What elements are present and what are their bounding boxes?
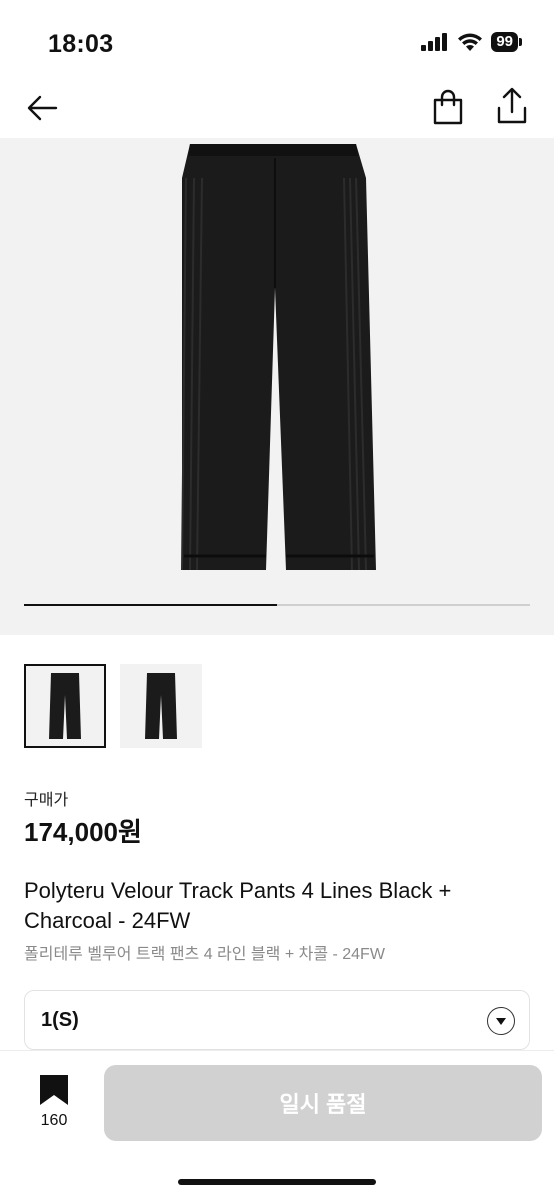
product-image-carousel[interactable]	[0, 138, 554, 635]
thumbnail-1[interactable]	[24, 664, 106, 748]
battery-icon: 99	[491, 32, 522, 52]
bookmark-icon	[40, 1075, 68, 1105]
share-icon	[497, 87, 527, 124]
product-subtitle: 폴리테루 벨루어 트랙 팬츠 4 라인 블랙 + 차콜 - 24FW	[24, 946, 385, 963]
wifi-icon	[458, 33, 483, 51]
status-icons: 99	[421, 32, 522, 52]
price-label: 구매가	[24, 792, 69, 809]
size-value: 1(S)	[41, 1009, 79, 1031]
sold-out-button[interactable]: 일시 품절	[104, 1065, 542, 1141]
bottom-bar: 160 일시 품절	[0, 1050, 554, 1200]
status-bar: 18:03 99	[0, 0, 554, 80]
shopping-bag-button[interactable]	[430, 88, 466, 126]
track-pants-thumbnail	[49, 673, 81, 739]
chevron-down-icon	[487, 1007, 515, 1035]
home-indicator	[178, 1179, 376, 1185]
product-title: Polyteru Velour Track Pants 4 Lines Blac…	[24, 878, 452, 933]
battery-level: 99	[491, 32, 518, 52]
image-progress-track	[24, 604, 530, 606]
price: 174,000원	[24, 817, 142, 847]
signal-icon	[421, 33, 448, 51]
bookmark-count: 160	[40, 1112, 68, 1129]
share-button[interactable]	[494, 86, 530, 126]
bookmark-button[interactable]: 160	[34, 1075, 74, 1130]
back-button[interactable]	[24, 90, 60, 126]
image-progress-fill	[24, 604, 277, 606]
nav-bar	[0, 80, 554, 138]
track-pants-thumbnail	[145, 673, 177, 739]
status-time: 18:03	[48, 30, 114, 58]
thumbnail-list	[24, 664, 202, 748]
size-select[interactable]: 1(S)	[24, 990, 530, 1050]
track-pants-image	[181, 144, 376, 571]
thumbnail-2[interactable]	[120, 664, 202, 748]
arrow-left-icon	[27, 95, 58, 121]
shopping-bag-icon	[433, 89, 463, 125]
